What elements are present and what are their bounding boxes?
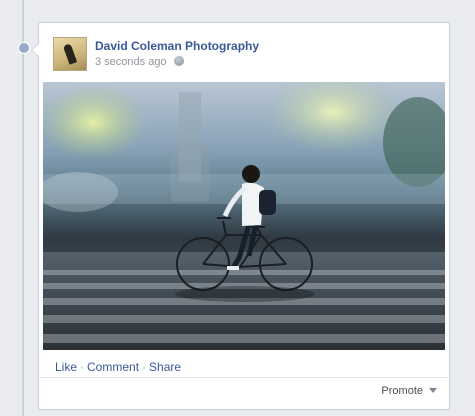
separator: · [142, 360, 147, 374]
comment-link[interactable]: Comment [87, 360, 139, 374]
avatar-silhouette [62, 43, 78, 65]
post-timestamp[interactable]: 3 seconds ago [95, 56, 167, 68]
photo-illustration [43, 82, 445, 350]
post-meta: 3 seconds ago [95, 56, 184, 68]
chevron-down-icon [429, 388, 437, 393]
promote-button[interactable]: Promote [381, 385, 437, 397]
footer-divider [39, 377, 449, 378]
separator: · [80, 360, 85, 374]
post-caret [31, 43, 39, 57]
timeline-dot [18, 42, 30, 54]
promote-label: Promote [381, 385, 423, 397]
author-name[interactable]: David Coleman Photography [95, 39, 259, 53]
timeline-post: David Coleman Photography 3 seconds ago [31, 22, 450, 410]
avatar[interactable] [53, 37, 87, 71]
globe-icon[interactable] [173, 56, 184, 66]
like-link[interactable]: Like [55, 360, 77, 374]
post-photo[interactable] [43, 82, 445, 350]
share-link[interactable]: Share [149, 360, 181, 374]
timeline-line [22, 0, 24, 416]
post-actions: Like · Comment · Share [55, 360, 181, 374]
